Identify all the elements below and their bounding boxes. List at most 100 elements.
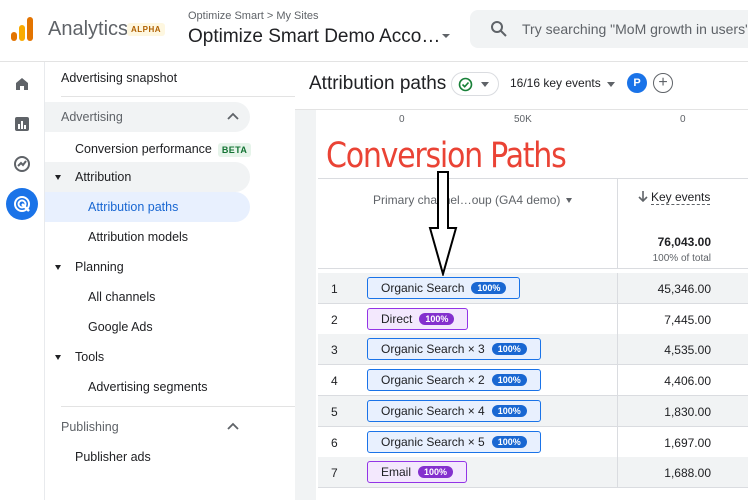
nav-google-ads[interactable]: Google Ads [88,320,153,334]
table-row[interactable]: 1 Organic Search 100% 45,346.00 [318,273,748,304]
nav-all-channels[interactable]: All channels [88,290,155,304]
column-divider [617,457,618,489]
left-gutter [295,110,316,500]
path-chip[interactable]: Organic Search 100% [367,277,521,299]
nav-publisher-ads[interactable]: Publisher ads [75,450,151,464]
table-row[interactable]: 7 Email 100% 1,688.00 [318,457,748,489]
row-number: 2 [331,312,338,327]
key-events-value: 1,697.00 [664,435,711,450]
search-icon [491,21,507,37]
nav-tools[interactable]: Tools [75,350,104,364]
column-divider [617,365,618,397]
alpha-badge: ALPHA [127,23,166,36]
path-chip-percentage: 100% [491,435,527,448]
total-value: 76,043.00 [657,235,711,249]
expand-triangle-icon [55,265,61,270]
search-input[interactable]: Try searching "MoM growth in users" [522,21,748,37]
row-number: 3 [331,343,338,358]
total-percentage: 100% of total [652,253,711,264]
dimension-header[interactable]: Primary channel…oup (GA4 demo) [373,193,560,207]
column-divider [617,273,618,304]
chevron-down-icon[interactable] [440,30,452,42]
path-chip-label: Organic Search × 5 [381,434,485,449]
brand-name: Analytics [48,18,129,40]
report-status-pill[interactable] [451,72,499,96]
chevron-down-icon[interactable] [566,198,572,203]
nav-attribution-models[interactable]: Attribution models [88,230,188,244]
search-bar[interactable]: Try searching "MoM growth in users" [470,10,748,48]
path-chip-label: Organic Search × 4 [381,403,485,418]
chevron-up-icon[interactable] [227,422,239,430]
row-number: 5 [331,404,338,419]
nav-section-publishing[interactable]: Publishing [61,420,119,434]
nav-attribution: Attribution [75,170,132,184]
top-bar: Analytics ALPHA Optimize Smart > My Site… [0,0,748,62]
key-events-selector[interactable]: 16/16 key events [510,76,616,90]
path-chip-percentage: 100% [418,466,454,479]
chevron-down-icon [607,82,616,87]
sort-down-arrow-icon [638,191,648,203]
nav-attribution-paths: Attribution paths [88,200,179,214]
column-divider [617,303,618,335]
path-chip[interactable]: Organic Search × 5 100% [367,430,541,453]
advertising-icon[interactable] [6,188,38,220]
avatar[interactable]: P [627,73,647,93]
account-selector[interactable]: Optimize Smart Demo Acco… [188,26,440,48]
table-row[interactable]: 2 Direct 100% 7,445.00 [318,303,748,335]
chevron-up-icon[interactable] [227,112,239,120]
path-chip-percentage: 100% [419,312,455,325]
nav-divider [61,96,295,97]
column-divider [617,426,618,458]
nav-advertising-snapshot[interactable]: Advertising snapshot [61,71,177,85]
table-header: Primary channel…oup (GA4 demo) Key event… [318,178,748,269]
table-row[interactable]: 4 Organic Search × 2 100% 4,406.00 [318,365,748,397]
nav-advertising-segments[interactable]: Advertising segments [88,380,208,394]
nav-section-advertising-label: Advertising [61,110,123,124]
axis-tick-label: 0 [680,114,686,125]
path-chip-label: Direct [381,311,413,326]
path-chip-label: Organic Search × 3 [381,342,485,357]
chevron-down-icon [481,82,489,87]
path-chip[interactable]: Organic Search × 2 100% [367,369,541,392]
expand-triangle-icon [55,355,61,360]
add-comparison-button[interactable]: + [653,73,673,93]
explore-icon[interactable] [6,148,38,180]
table-row[interactable]: 5 Organic Search × 4 100% 1,830.00 [318,395,748,427]
annotation-arrow-icon [428,171,458,276]
table-row[interactable]: 3 Organic Search × 3 100% 4,535.00 [318,334,748,366]
path-chip-label: Organic Search × 2 [381,373,485,388]
key-events-value: 4,406.00 [664,374,711,389]
home-icon[interactable] [6,68,38,100]
analytics-logo-icon [11,17,33,41]
icon-rail [0,62,45,500]
key-events-label: 16/16 key events [510,76,601,90]
column-divider [617,395,618,427]
key-events-value: 7,445.00 [664,312,711,327]
breadcrumb[interactable]: Optimize Smart > My Sites [188,10,319,22]
nav-conversion-performance-label: Conversion performance [75,142,212,156]
nav-conversion-performance[interactable]: Conversion performance BETA [75,142,252,157]
row-number: 1 [331,282,338,296]
row-number: 7 [331,466,338,481]
page-title: Attribution paths [309,73,447,94]
nav-planning[interactable]: Planning [75,260,124,274]
path-chip[interactable]: Email 100% [367,461,468,484]
column-divider [617,334,618,366]
key-events-value: 45,346.00 [657,282,711,296]
table-row[interactable]: 6 Organic Search × 5 100% 1,697.00 [318,426,748,458]
key-events-value: 1,830.00 [664,404,711,419]
nav-divider [61,406,295,407]
path-chip[interactable]: Direct 100% [367,307,469,330]
column-divider [617,179,618,269]
row-number: 6 [331,435,338,450]
path-chip[interactable]: Organic Search × 4 100% [367,399,541,422]
path-chip-label: Organic Search [381,281,465,295]
beta-badge: BETA [217,143,252,157]
metric-header-label: Key events [651,190,711,205]
metric-header[interactable]: Key events [638,190,711,205]
axis-tick-label: 0 [399,114,405,125]
path-chip[interactable]: Organic Search × 3 100% [367,338,541,361]
path-chip-percentage: 100% [491,374,527,387]
reports-icon[interactable] [6,108,38,140]
advertising-nav: Advertising snapshot Advertising Convers… [45,62,295,500]
